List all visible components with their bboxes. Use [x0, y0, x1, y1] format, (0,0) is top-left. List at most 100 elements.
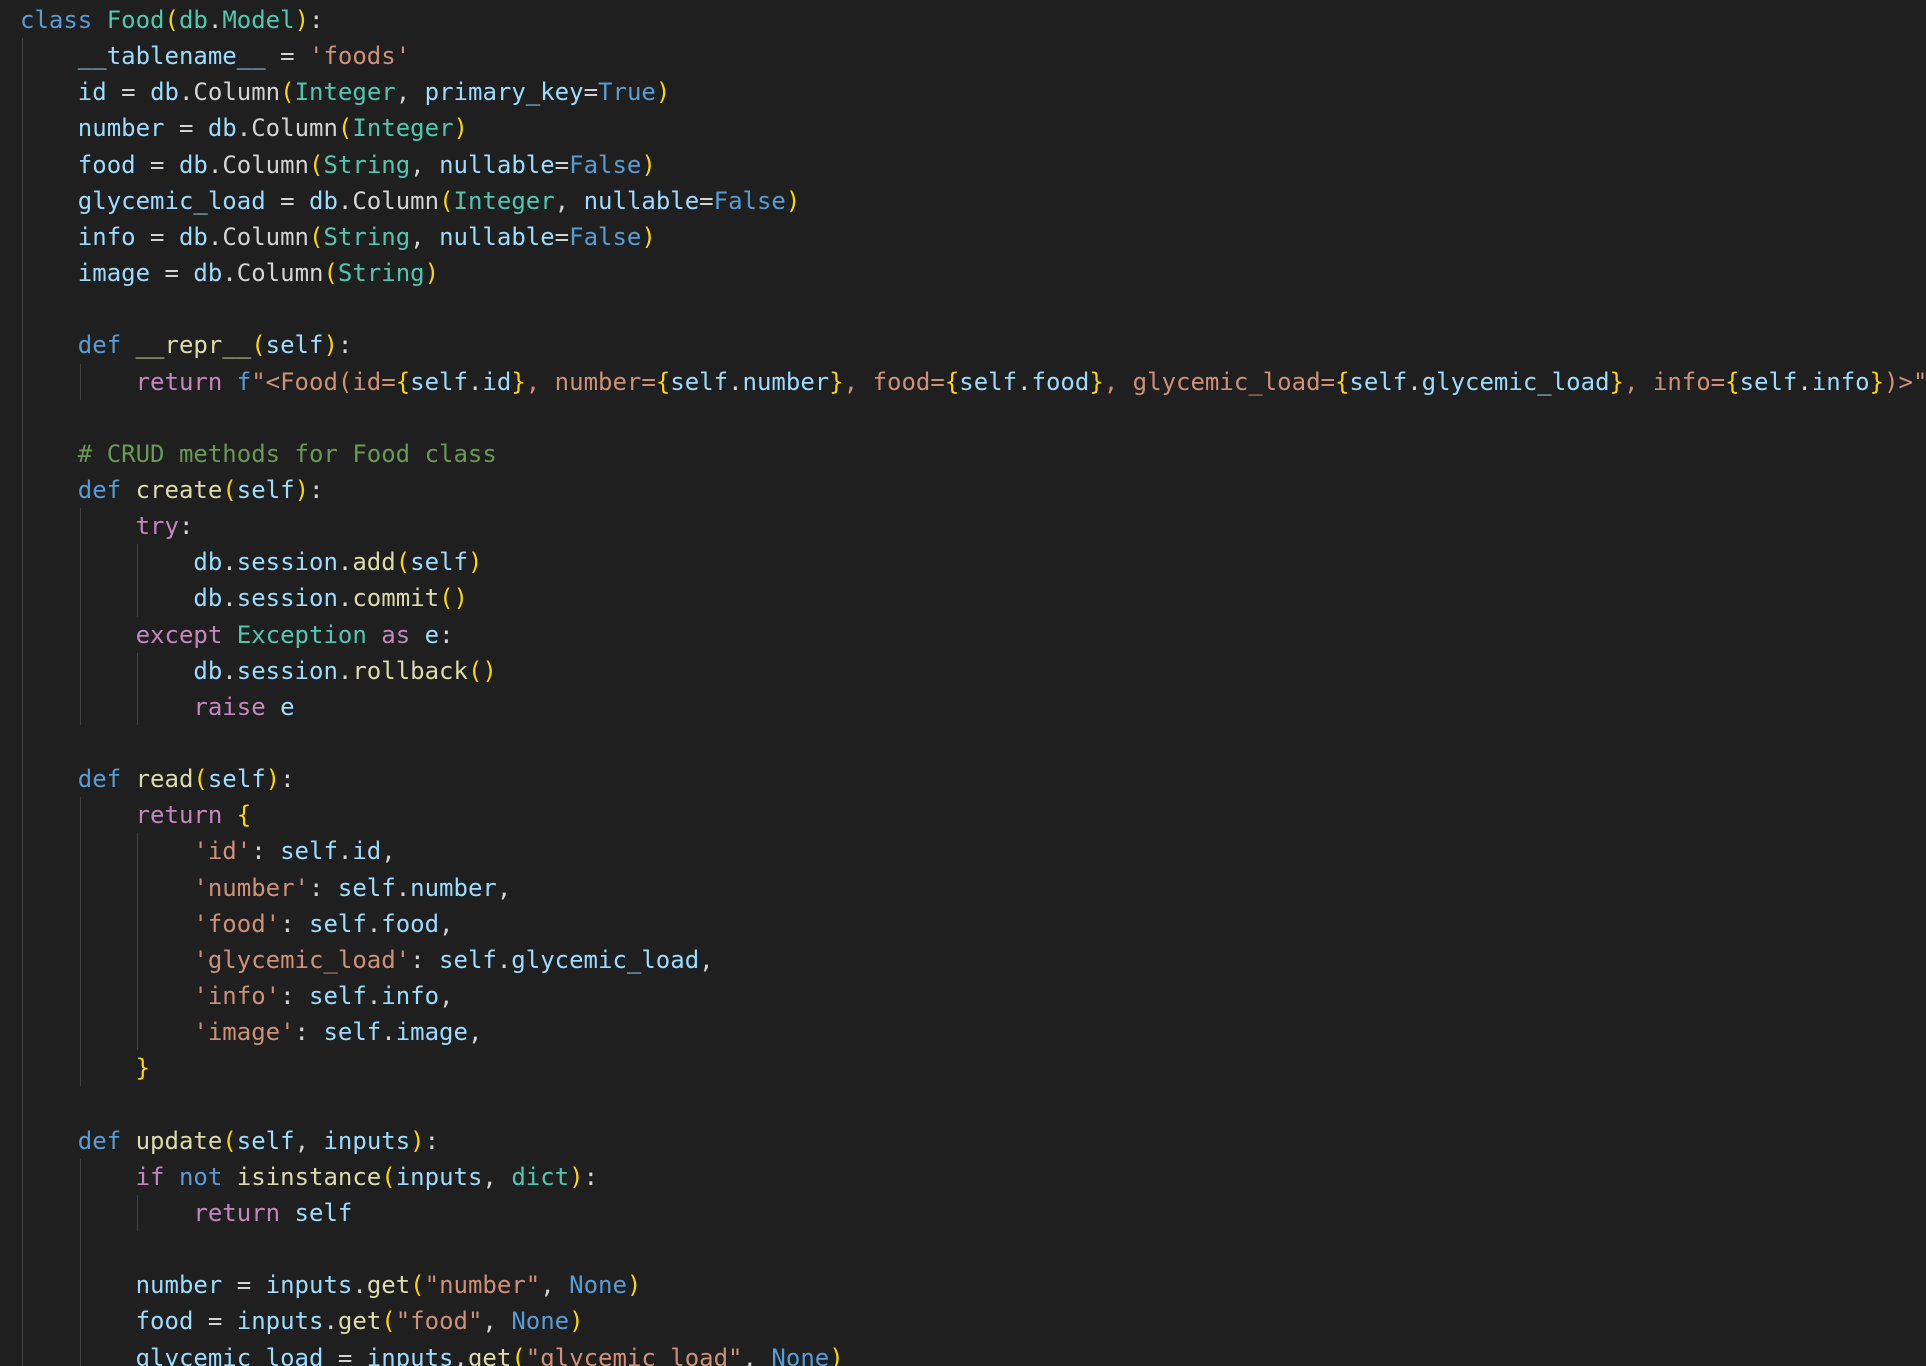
code-token: False	[713, 186, 786, 215]
code-editor[interactable]: class Food(db.Model): __tablename__ = 'f…	[0, 0, 1926, 1366]
code-token: read	[135, 765, 194, 794]
code-token: db	[309, 186, 338, 215]
code-token: db	[207, 114, 237, 143]
code-token: .	[323, 1307, 338, 1336]
code-token: inputs	[366, 1343, 454, 1366]
code-token: (	[323, 259, 338, 288]
code-token: (	[381, 1162, 396, 1191]
code-line[interactable]: number = db.Column(Integer)	[20, 110, 468, 146]
code-line[interactable]: glycemic_load = inputs.get("glycemic_loa…	[20, 1340, 844, 1366]
code-line[interactable]: def __repr__(self):	[20, 327, 353, 363]
code-token: :	[424, 1126, 440, 1155]
code-line[interactable]: class Food(db.Model):	[20, 2, 323, 38]
code-token: 'glycemic_load'	[193, 945, 411, 974]
code-line[interactable]: 'number': self.number,	[20, 870, 511, 906]
code-line[interactable]: db.session.rollback()	[20, 653, 496, 689]
code-line[interactable]: try:	[20, 508, 194, 544]
code-line[interactable]: 'id': self.id,	[20, 833, 396, 869]
code-token: self	[236, 1126, 295, 1155]
code-token: Column	[222, 150, 310, 179]
code-token: def	[77, 331, 122, 360]
code-token: {	[395, 367, 411, 396]
code-token: .	[728, 367, 743, 396]
code-token: self	[439, 945, 497, 974]
code-token: (	[309, 150, 324, 179]
code-content[interactable]: class Food(db.Model): __tablename__ = 'f…	[0, 0, 1926, 1366]
code-token: )	[641, 150, 656, 179]
code-token: }	[829, 367, 844, 396]
code-line[interactable]: food = db.Column(String, nullable=False)	[20, 147, 656, 183]
code-token: .	[1017, 367, 1032, 396]
code-token: isinstance	[236, 1162, 382, 1191]
code-token: (	[395, 548, 411, 577]
code-line[interactable]: number = inputs.get("number", None)	[20, 1267, 642, 1303]
code-token: self	[294, 1198, 353, 1227]
code-token: except	[135, 620, 223, 649]
code-token: {	[944, 367, 960, 396]
code-token: food	[1031, 367, 1090, 396]
code-token: .	[366, 909, 382, 938]
code-token: raise	[193, 692, 266, 721]
code-line[interactable]: image = db.Column(String)	[20, 255, 439, 291]
code-line[interactable]: raise e	[20, 689, 294, 725]
code-token: ,	[467, 1018, 483, 1047]
code-line[interactable]: food = inputs.get("food", None)	[20, 1303, 584, 1339]
code-token: )	[424, 259, 440, 288]
code-line[interactable]: except Exception as e:	[20, 617, 454, 653]
code-token: self	[410, 367, 468, 396]
code-line[interactable]: if not isinstance(inputs, dict):	[20, 1159, 598, 1195]
code-token: (	[381, 1307, 396, 1336]
code-line[interactable]: db.session.add(self)	[20, 544, 482, 580]
code-line[interactable]: return self	[20, 1195, 352, 1231]
code-line[interactable]: return f"<Food(id={self.id}, number={sel…	[20, 364, 1926, 400]
code-token: =	[699, 186, 714, 215]
code-line[interactable]: db.session.commit()	[20, 580, 468, 616]
code-token: 'food'	[193, 909, 281, 938]
code-token: 'info'	[193, 982, 281, 1011]
code-line[interactable]: # CRUD methods for Food class	[20, 436, 497, 472]
code-token: :	[439, 620, 454, 649]
code-line[interactable]: info = db.Column(String, nullable=False)	[20, 219, 656, 255]
code-token: self	[337, 873, 396, 902]
code-line[interactable]: __tablename__ = 'foods'	[20, 38, 410, 74]
code-token: 'id'	[193, 837, 252, 866]
code-token: :	[410, 945, 440, 974]
code-token: commit	[352, 584, 440, 613]
code-line[interactable]: 'image': self.image,	[20, 1014, 482, 1050]
code-line[interactable]: def read(self):	[20, 761, 295, 797]
code-line[interactable]: 'glycemic_load': self.glycemic_load,	[20, 942, 713, 978]
code-token: {	[1334, 367, 1350, 396]
code-line[interactable]: def create(self):	[20, 472, 324, 508]
code-token: .	[236, 114, 252, 143]
code-line[interactable]: 'food': self.food,	[20, 906, 453, 942]
code-token: dict	[511, 1162, 570, 1191]
code-token: ,	[381, 837, 396, 866]
code-line[interactable]: glycemic_load = db.Column(Integer, nulla…	[20, 183, 801, 219]
code-token: e	[424, 620, 440, 649]
code-line[interactable]: return {	[20, 797, 252, 833]
code-line[interactable]: id = db.Column(Integer, primary_key=True…	[20, 74, 671, 110]
code-token: }	[1089, 367, 1104, 396]
code-token: return	[193, 1198, 281, 1227]
code-token: if	[135, 1162, 165, 1191]
code-token: info	[77, 222, 136, 251]
code-line[interactable]: def update(self, inputs):	[20, 1123, 439, 1159]
code-token: db	[193, 548, 223, 577]
code-line[interactable]: 'info': self.info,	[20, 978, 453, 1014]
code-token: .	[337, 656, 353, 685]
code-token: Exception	[236, 620, 367, 649]
code-line[interactable]: }	[20, 1050, 150, 1086]
code-token: ,	[395, 78, 425, 107]
code-token: Food	[106, 6, 165, 34]
